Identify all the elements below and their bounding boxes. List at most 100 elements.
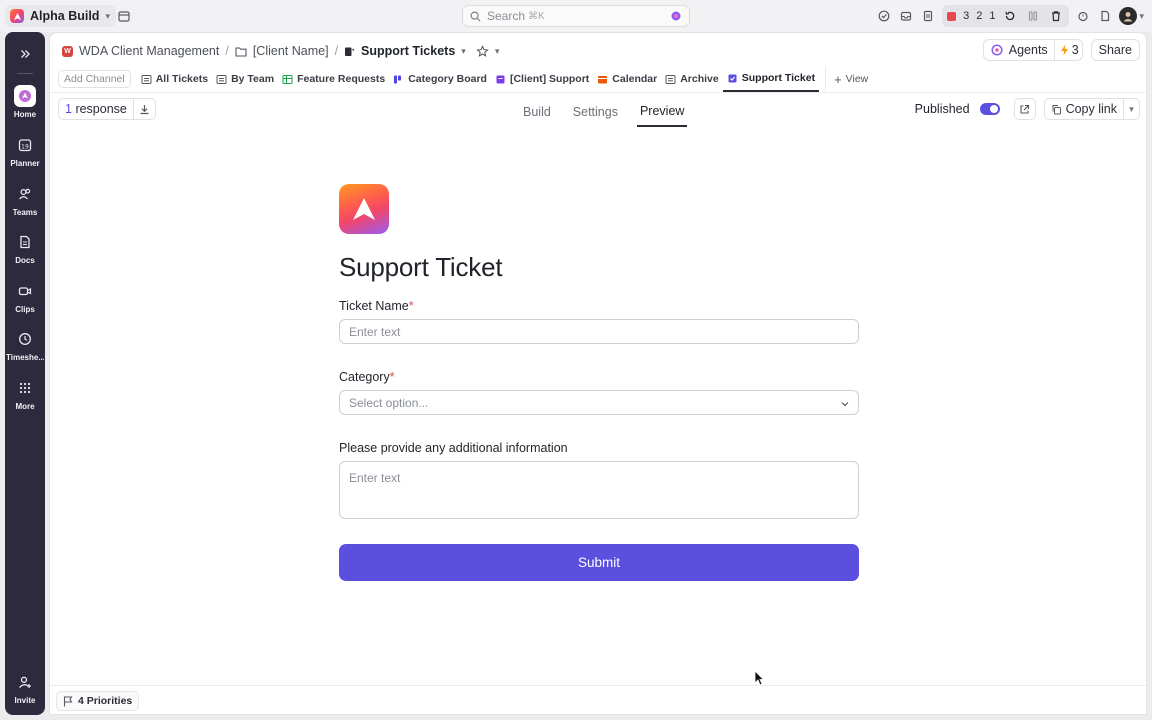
share-button[interactable]: Share [1090, 39, 1140, 61]
rail-label-planner: Planner [10, 159, 40, 168]
form-preview: Support Ticket Ticket Name* Enter text C… [339, 184, 859, 581]
notepad-icon[interactable] [920, 8, 936, 24]
top-bar: Alpha Build ▾ Search ⌘K 3 2 1 ▾ [0, 0, 1152, 32]
agents-button[interactable]: Agents 3 [982, 39, 1083, 61]
open-external-button[interactable] [1013, 98, 1036, 120]
inbox-icon[interactable] [898, 8, 914, 24]
rail-item-more[interactable]: More [5, 377, 45, 411]
ticket-name-input[interactable]: Enter text [339, 319, 859, 344]
search-input[interactable]: Search ⌘K [462, 5, 690, 27]
ai-sparkle-icon[interactable] [670, 10, 682, 25]
tab-label: Category Board [408, 73, 487, 85]
rail-item-invite[interactable]: Invite [5, 671, 45, 705]
docs-icon [14, 231, 36, 253]
tab-label: All Tickets [155, 73, 209, 85]
download-icon[interactable] [132, 99, 155, 119]
timer-count-1: 3 [963, 10, 970, 22]
response-word: response [75, 102, 127, 116]
bolt-count: 3 [1071, 43, 1079, 57]
bolt-counter[interactable]: 3 [1053, 40, 1079, 60]
breadcrumb-space[interactable]: WDA Client Management [79, 44, 219, 58]
breadcrumb-folder[interactable]: [Client Name] [253, 44, 329, 58]
stop-timer-icon[interactable] [947, 11, 957, 21]
tab-preview[interactable]: Preview [636, 97, 688, 127]
chevron-down-icon[interactable]: ▾ [495, 46, 500, 57]
rail-item-planner[interactable]: 19 Planner [5, 134, 45, 168]
tab-by-team[interactable]: By Team [212, 66, 278, 92]
tab-feature-requests[interactable]: Feature Requests [278, 66, 389, 92]
form-title: Support Ticket [339, 252, 503, 282]
published-toggle[interactable] [979, 103, 1000, 115]
additional-info-placeholder: Enter text [349, 471, 401, 485]
chevron-down-icon[interactable]: ▾ [1123, 99, 1139, 119]
document-icon[interactable] [1097, 8, 1113, 24]
tab-label: By Team [231, 73, 275, 85]
additional-info-textarea[interactable]: Enter text [339, 461, 859, 519]
required-marker: * [408, 299, 414, 313]
list-view-icon [141, 74, 152, 85]
clock-icon [14, 328, 36, 350]
required-marker: * [389, 370, 395, 384]
published-label: Published [914, 102, 970, 116]
category-select[interactable]: Select option... [339, 390, 859, 415]
submit-button[interactable]: Submit [339, 544, 859, 581]
bolt-icon [1060, 44, 1068, 56]
add-view-button[interactable]: + View [825, 66, 876, 92]
svg-text:19: 19 [21, 144, 29, 151]
timer-count-2: 2 [976, 10, 983, 22]
trash-icon[interactable] [1048, 8, 1064, 24]
tab-build[interactable]: Build [520, 97, 554, 127]
rail-item-home[interactable]: Home [5, 85, 45, 119]
tab-client-support[interactable]: [Client] Support [491, 66, 593, 92]
star-icon[interactable] [476, 44, 489, 58]
chevron-down-icon [840, 398, 850, 412]
breadcrumb-list[interactable]: Support Tickets [361, 44, 455, 58]
search-shortcut: ⌘K [528, 10, 545, 22]
tab-category-board[interactable]: Category Board [389, 66, 491, 92]
category-label: Category* [339, 370, 395, 384]
form-mode-tabs: Build Settings Preview [520, 97, 688, 127]
rail-item-teams[interactable]: Teams [5, 183, 45, 217]
rail-label-invite: Invite [14, 696, 36, 705]
double-chevron-right-icon [14, 43, 36, 65]
responses-button[interactable]: 1 response [58, 98, 156, 120]
user-menu[interactable]: ▾ [1119, 7, 1144, 25]
form-logo [339, 184, 389, 234]
main-panel: W WDA Client Management / [Client Name] … [49, 32, 1147, 715]
pause-icon[interactable] [1025, 8, 1041, 24]
plus-icon: + [834, 71, 842, 87]
chevron-down-icon[interactable]: ▾ [461, 46, 466, 57]
check-circle-icon[interactable] [876, 8, 892, 24]
home-icon [14, 85, 36, 107]
tab-settings[interactable]: Settings [570, 97, 621, 127]
calendar-icon[interactable] [116, 8, 132, 24]
copy-link-main[interactable]: Copy link [1045, 102, 1123, 116]
tab-calendar[interactable]: Calendar [593, 66, 661, 92]
timer-group[interactable]: 3 2 1 [942, 5, 1070, 27]
divider [50, 92, 1146, 93]
tab-archive[interactable]: Archive [661, 66, 723, 92]
rail-label-timesheets: Timeshe... [6, 353, 44, 362]
tab-label: Support Ticket [741, 72, 816, 84]
rail-item-docs[interactable]: Docs [5, 231, 45, 265]
flag-icon [63, 695, 73, 706]
priorities-button[interactable]: 4 Priorities [56, 691, 140, 711]
rail-item-timesheets[interactable]: Timeshe... [5, 328, 45, 362]
rail-item-clips[interactable]: Clips [5, 280, 45, 314]
rail-label-more: More [15, 402, 35, 411]
workspace-switcher[interactable]: Alpha Build ▾ [5, 5, 116, 27]
copy-link-button[interactable]: Copy link ▾ [1043, 98, 1140, 120]
rail-expand[interactable] [5, 43, 45, 65]
tab-all-tickets[interactable]: All Tickets [137, 66, 212, 92]
list-view-icon [216, 74, 227, 85]
left-rail: Home 19 Planner Teams Docs Clips Timeshe… [5, 32, 45, 715]
alarm-clock-icon[interactable] [1075, 8, 1091, 24]
tab-support-ticket[interactable]: Support Ticket [722, 66, 820, 92]
space-icon: W [62, 45, 73, 57]
share-label: Share [1098, 43, 1132, 57]
add-channel-button[interactable]: Add Channel [58, 70, 131, 88]
history-icon[interactable] [1002, 8, 1018, 24]
publish-controls: Published Copy link ▾ [915, 98, 1140, 120]
add-view-label: View [845, 73, 869, 85]
rail-label-clips: Clips [15, 305, 35, 314]
